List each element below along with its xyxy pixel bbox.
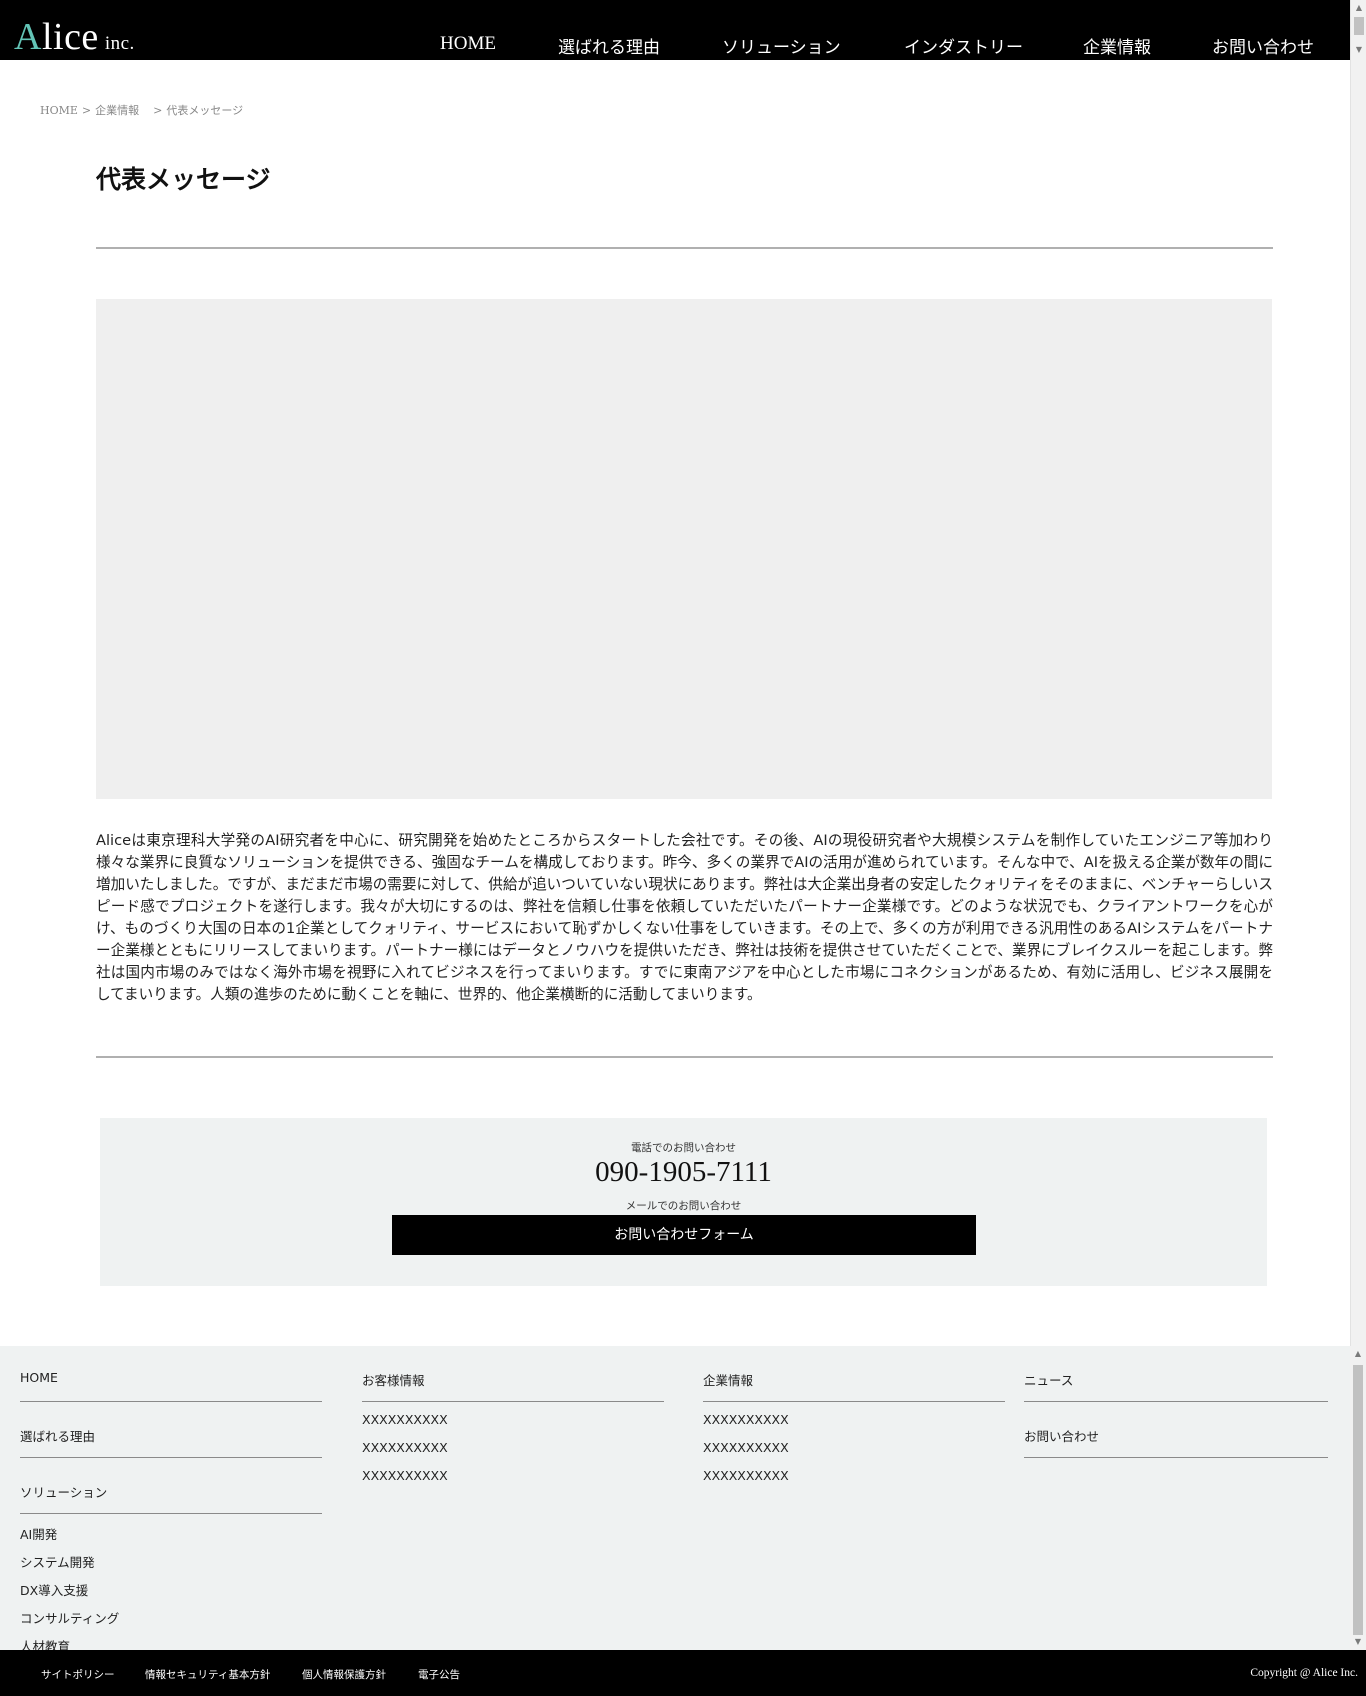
scrollbar-thumb[interactable] — [1354, 17, 1364, 35]
footer-divider — [1024, 1401, 1328, 1402]
footer-link-news[interactable]: ニュース — [1024, 1370, 1073, 1389]
mail-contact-label: メールでのお問い合わせ — [625, 1200, 742, 1212]
footer-link-training[interactable]: 人材教育 — [20, 1636, 70, 1650]
footer-link-system-development[interactable]: システム開発 — [20, 1552, 95, 1571]
phone-contact-label: 電話でのお問い合わせ — [631, 1142, 736, 1154]
breadcrumb-separator: > — [81, 104, 92, 117]
page-title: 代表メッセージ — [96, 165, 271, 194]
footer-link-company-item[interactable]: XXXXXXXXXX — [703, 1468, 789, 1483]
footer-link-reasons[interactable]: 選ばれる理由 — [20, 1426, 95, 1445]
footer-link-ai-development[interactable]: AI開発 — [20, 1524, 57, 1543]
nav-company[interactable]: 企業情報 — [1083, 33, 1151, 58]
phone-number[interactable]: 090-1905-7111 — [100, 1156, 1267, 1189]
footer-link-home[interactable]: HOME — [20, 1370, 58, 1385]
logo-suffix: inc. — [104, 33, 135, 54]
representative-image-placeholder — [96, 299, 1272, 799]
triangle-down-icon[interactable]: ▼ — [1350, 1634, 1366, 1650]
nav-reasons[interactable]: 選ばれる理由 — [558, 33, 660, 58]
footer-link-company-item[interactable]: XXXXXXXXXX — [703, 1440, 789, 1455]
scrollbar-thumb[interactable] — [1353, 1365, 1363, 1635]
site-policy-link[interactable]: サイトポリシー — [41, 1667, 115, 1682]
triangle-up-icon[interactable]: ▲ — [1350, 1346, 1366, 1362]
contact-form-button[interactable]: お問い合わせフォーム — [392, 1215, 976, 1255]
nav-home[interactable]: HOME — [440, 33, 496, 55]
breadcrumb-home[interactable]: HOME — [40, 104, 78, 117]
breadcrumb-current: 代表メッセージ — [166, 104, 244, 117]
breadcrumb: HOME > 企業情報 > 代表メッセージ — [40, 102, 243, 118]
logo[interactable]: Alice inc. — [14, 18, 135, 56]
logo-initial: A — [14, 16, 42, 58]
nav-industry[interactable]: インダストリー — [904, 33, 1023, 58]
triangle-up-icon[interactable]: ▲ — [1351, 0, 1366, 16]
security-policy-link[interactable]: 情報セキュリティ基本方針 — [145, 1667, 270, 1682]
bottom-bar: サイトポリシー 情報セキュリティ基本方針 個人情報保護方針 電子公告 Copyr… — [0, 1650, 1366, 1696]
representative-message: Aliceは東京理科大学発のAI研究者を中心に、研究開発を始めたところからスター… — [96, 832, 1273, 1003]
footer-link-solutions[interactable]: ソリューション — [20, 1482, 107, 1501]
footer-divider — [20, 1401, 322, 1402]
footer-divider — [362, 1401, 664, 1402]
footer-link-customer-item[interactable]: XXXXXXXXXX — [362, 1440, 448, 1455]
footer-divider — [703, 1401, 1005, 1402]
logo-name: lice — [41, 16, 99, 58]
breadcrumb-company[interactable]: 企業情報 — [95, 104, 139, 117]
site-header: Alice inc. HOME 選ばれる理由 ソリューション インダストリー 企業… — [0, 0, 1350, 60]
privacy-policy-link[interactable]: 個人情報保護方針 — [302, 1667, 386, 1682]
footer-scrollbar[interactable]: ▲ ▼ — [1350, 1346, 1366, 1650]
footer-divider — [1024, 1457, 1328, 1458]
footer-link-customer-item[interactable]: XXXXXXXXXX — [362, 1412, 448, 1427]
nav-contact[interactable]: お問い合わせ — [1212, 33, 1314, 58]
copyright: Copyright @ Alice Inc. — [1250, 1667, 1358, 1679]
footer-link-company-info[interactable]: 企業情報 — [703, 1370, 753, 1389]
footer-link-customer-item[interactable]: XXXXXXXXXX — [362, 1468, 448, 1483]
triangle-down-icon[interactable]: ▼ — [1351, 42, 1366, 58]
divider — [96, 1056, 1273, 1058]
nav-solutions[interactable]: ソリューション — [722, 33, 841, 58]
public-notice-link[interactable]: 電子公告 — [418, 1667, 460, 1682]
footer-link-company-item[interactable]: XXXXXXXXXX — [703, 1412, 789, 1427]
footer-link-contact[interactable]: お問い合わせ — [1024, 1426, 1099, 1445]
footer-divider — [20, 1457, 322, 1458]
footer-link-consulting[interactable]: コンサルティング — [20, 1608, 119, 1627]
divider — [96, 247, 1273, 249]
footer-link-dx-support[interactable]: DX導入支援 — [20, 1580, 88, 1599]
footer-link-customer-info[interactable]: お客様情報 — [362, 1370, 425, 1389]
breadcrumb-separator: > — [153, 104, 163, 117]
contact-box: 電話でのお問い合わせ 090-1905-7111 メールでのお問い合わせ お問い… — [100, 1118, 1267, 1286]
site-footer: HOME 選ばれる理由 ソリューション AI開発 システム開発 DX導入支援 コ… — [0, 1346, 1350, 1650]
footer-divider — [20, 1513, 322, 1514]
